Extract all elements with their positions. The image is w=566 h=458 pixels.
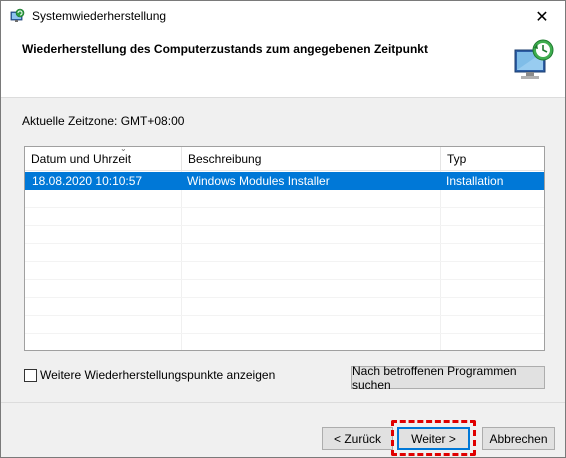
- table-row[interactable]: 18.08.2020 10:10:57 Windows Modules Inst…: [25, 172, 544, 190]
- column-header-description[interactable]: Beschreibung: [182, 147, 441, 171]
- show-more-points-label: Weitere Wiederherstellungspunkte anzeige…: [40, 368, 276, 382]
- back-button[interactable]: < Zurück: [322, 427, 393, 450]
- header-panel: Wiederherstellung des Computerzustands z…: [1, 32, 565, 98]
- row-divider: [25, 207, 544, 208]
- row-description-cell: Windows Modules Installer: [187, 174, 330, 188]
- row-divider: [25, 297, 544, 298]
- timezone-label: Aktuelle Zeitzone: GMT+08:00: [22, 114, 185, 128]
- row-divider: [25, 261, 544, 262]
- page-title: Wiederherstellung des Computerzustands z…: [22, 42, 428, 56]
- system-restore-icon: [10, 8, 25, 22]
- restore-points-list[interactable]: ⌄ Datum und Uhrzeit Beschreibung Typ 18.…: [24, 146, 545, 351]
- scan-affected-programs-button[interactable]: Nach betroffenen Programmen suchen: [351, 363, 545, 392]
- sort-arrow-icon: ⌄: [120, 146, 127, 153]
- show-more-points-checkbox[interactable]: [24, 368, 37, 382]
- cancel-button-label: Abbrechen: [489, 431, 548, 446]
- cancel-button[interactable]: Abbrechen: [482, 427, 555, 450]
- show-more-points-option[interactable]: Weitere Wiederherstellungspunkte anzeige…: [24, 368, 275, 382]
- list-header: ⌄ Datum und Uhrzeit Beschreibung Typ: [25, 147, 544, 171]
- close-button[interactable]: ✕: [519, 1, 565, 32]
- close-icon: ✕: [535, 8, 549, 26]
- row-divider: [25, 225, 544, 226]
- row-divider: [25, 315, 544, 316]
- title-bar[interactable]: Systemwiederherstellung ✕: [1, 1, 565, 32]
- column-header-type[interactable]: Typ: [441, 147, 544, 171]
- window-title: Systemwiederherstellung: [32, 9, 167, 23]
- row-type-cell: Installation: [446, 174, 504, 188]
- row-date-cell: 18.08.2020 10:10:57: [32, 174, 143, 188]
- column-header-date-label: Datum und Uhrzeit: [31, 152, 132, 166]
- list-body: 18.08.2020 10:10:57 Windows Modules Inst…: [25, 172, 544, 190]
- footer-divider: [1, 402, 565, 403]
- scan-affected-programs-label: Nach betroffenen Programmen suchen: [352, 363, 517, 392]
- system-restore-monitor-icon: [514, 39, 554, 79]
- column-header-type-label: Typ: [447, 152, 467, 166]
- system-restore-window: Systemwiederherstellung ✕ Wiederherstell…: [0, 0, 566, 458]
- column-header-description-label: Beschreibung: [188, 152, 262, 166]
- next-button-highlight: [391, 420, 476, 456]
- row-divider: [25, 243, 544, 244]
- row-divider: [25, 279, 544, 280]
- row-divider: [25, 333, 544, 334]
- column-header-date[interactable]: ⌄ Datum und Uhrzeit: [25, 147, 182, 171]
- back-button-label: < Zurück: [333, 431, 381, 446]
